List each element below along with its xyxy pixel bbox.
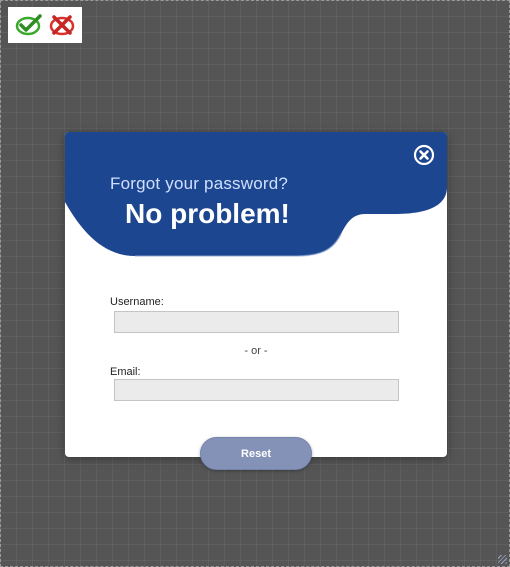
forgot-password-dialog: Forgot your password? No problem! Userna… xyxy=(65,132,447,457)
close-button[interactable] xyxy=(413,144,435,166)
email-label: Email: xyxy=(110,366,141,378)
dialog-header xyxy=(65,132,447,257)
dialog-subheading: No problem! xyxy=(125,198,290,229)
green-checkmark-icon xyxy=(15,14,42,36)
username-label: Username: xyxy=(110,296,164,308)
reset-button[interactable]: Reset xyxy=(200,437,312,470)
red-x-icon xyxy=(49,15,74,36)
username-field[interactable] xyxy=(114,311,399,333)
or-separator: - or - xyxy=(244,345,268,357)
email-field[interactable] xyxy=(114,379,399,401)
toolbar xyxy=(8,7,82,43)
dialog-heading: Forgot your password? xyxy=(110,174,289,193)
accept-button[interactable] xyxy=(14,11,44,39)
reject-button[interactable] xyxy=(47,11,77,39)
close-circle-icon xyxy=(413,144,435,166)
resize-grip-icon[interactable] xyxy=(498,555,507,564)
